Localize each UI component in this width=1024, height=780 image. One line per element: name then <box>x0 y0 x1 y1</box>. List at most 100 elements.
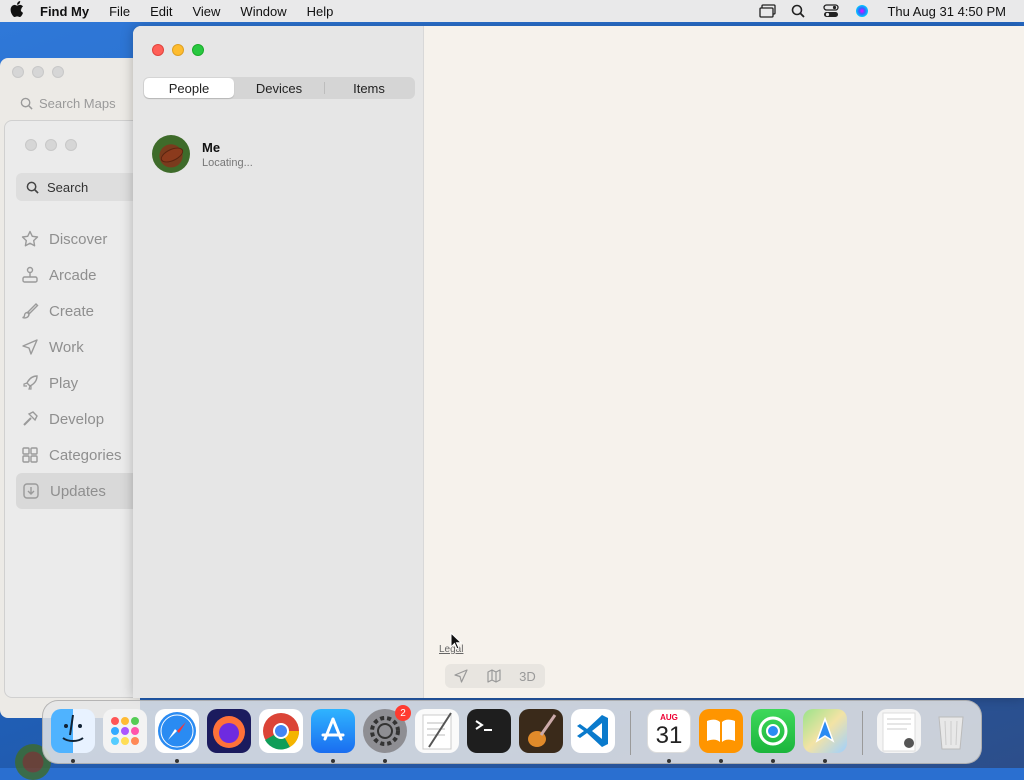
hammer-icon <box>23 411 38 426</box>
brush-icon <box>22 303 39 319</box>
app-store-window: Search Discover Arcade Create Work Play … <box>4 120 146 698</box>
sidebar-item-label: Play <box>49 374 79 392</box>
menu-edit[interactable]: Edit <box>140 4 182 19</box>
map-view[interactable]: Legal 3D <box>424 26 1024 698</box>
app-store-running-indicator <box>331 759 335 763</box>
search-icon <box>26 181 39 194</box>
sidebar-item-develop[interactable]: Develop <box>5 401 145 437</box>
download-icon <box>23 483 39 499</box>
rocket-icon <box>23 375 38 390</box>
vscode-icon[interactable] <box>571 709 615 753</box>
maps-search-field[interactable]: Search Maps <box>20 96 116 111</box>
find-my-window: People Devices Items Me Locating... Lega… <box>133 26 1024 698</box>
star-icon <box>21 230 39 247</box>
joystick-icon <box>22 266 38 283</box>
sidebar-item-label: Discover <box>49 230 108 248</box>
app-store-icon[interactable] <box>311 709 355 753</box>
store-close-button[interactable] <box>25 139 37 151</box>
menu-app-name[interactable]: Find My <box>34 4 99 19</box>
sidebar-item-discover[interactable]: Discover <box>5 221 145 257</box>
grid-icon <box>22 447 38 463</box>
textedit-icon[interactable] <box>415 709 459 753</box>
finder-running-indicator <box>71 759 75 763</box>
find-my-running-indicator <box>771 759 775 763</box>
tab-items[interactable]: Items <box>324 78 414 98</box>
maps-icon[interactable] <box>803 709 847 753</box>
paper-plane-icon <box>22 339 38 355</box>
tab-people[interactable]: People <box>144 78 234 98</box>
settings-running-indicator <box>383 759 387 763</box>
maps-running-indicator <box>823 759 827 763</box>
dock: 2 AUG 31 <box>42 700 982 764</box>
3d-button[interactable]: 3D <box>519 669 536 684</box>
sidebar-item-updates[interactable]: Updates <box>16 473 145 509</box>
calendar-running-indicator <box>667 759 671 763</box>
find-my-icon[interactable] <box>751 709 795 753</box>
dock-separator <box>630 711 631 755</box>
system-settings-icon[interactable]: 2 <box>363 705 411 753</box>
find-my-sidebar: People Devices Items Me Locating... <box>133 26 424 698</box>
maps-window-controls <box>12 66 64 78</box>
mouse-cursor-icon <box>450 632 462 650</box>
map-icon[interactable] <box>487 669 501 683</box>
store-search-field[interactable]: Search <box>16 173 146 201</box>
dock-separator <box>862 711 863 755</box>
sidebar-item-work[interactable]: Work <box>5 329 145 365</box>
menu-file[interactable]: File <box>99 4 140 19</box>
close-button[interactable] <box>152 44 164 56</box>
apple-menu-icon[interactable] <box>0 1 34 21</box>
find-my-window-controls <box>152 44 204 56</box>
map-controls: 3D <box>445 664 545 688</box>
firefox-icon[interactable] <box>207 709 251 753</box>
sidebar-item-create[interactable]: Create <box>5 293 145 329</box>
search-icon <box>20 97 33 110</box>
menu-bar: Find My File Edit View Window Help Thu A… <box>0 0 1024 22</box>
calendar-month: AUG <box>660 713 678 722</box>
spotlight-search-icon[interactable] <box>791 4 807 18</box>
sidebar-item-label: Arcade <box>49 266 97 284</box>
minimize-button[interactable] <box>172 44 184 56</box>
maps-search-placeholder: Search Maps <box>39 96 116 111</box>
menu-window[interactable]: Window <box>230 4 296 19</box>
sidebar-item-label: Updates <box>50 482 106 500</box>
menu-view[interactable]: View <box>182 4 230 19</box>
screen-mirroring-icon[interactable] <box>759 4 777 18</box>
store-search-label: Search <box>47 179 89 195</box>
maps-minimize-button[interactable] <box>32 66 44 78</box>
calendar-icon[interactable]: AUG 31 <box>647 709 691 753</box>
downloads-stack-icon[interactable] <box>877 709 921 753</box>
siri-icon[interactable] <box>855 4 871 18</box>
chrome-icon[interactable] <box>259 709 303 753</box>
tab-devices[interactable]: Devices <box>234 78 324 98</box>
avatar <box>152 135 190 173</box>
store-zoom-button[interactable] <box>65 139 77 151</box>
trash-icon[interactable] <box>929 709 973 753</box>
zoom-button[interactable] <box>192 44 204 56</box>
terminal-icon[interactable] <box>467 709 511 753</box>
finder-icon[interactable] <box>51 709 95 753</box>
garageband-icon[interactable] <box>519 709 563 753</box>
sidebar-item-categories[interactable]: Categories <box>5 437 145 473</box>
menu-help[interactable]: Help <box>297 4 344 19</box>
people-list-item-me[interactable]: Me Locating... <box>152 135 253 173</box>
settings-badge: 2 <box>395 705 411 721</box>
books-running-indicator <box>719 759 723 763</box>
store-window-controls <box>25 139 77 151</box>
find-my-tabs: People Devices Items <box>143 77 415 99</box>
store-minimize-button[interactable] <box>45 139 57 151</box>
store-sidebar-nav: Discover Arcade Create Work Play Develop… <box>5 221 145 509</box>
books-icon[interactable] <box>699 709 743 753</box>
launchpad-icon[interactable] <box>103 709 147 753</box>
safari-icon[interactable] <box>155 709 199 753</box>
sidebar-item-arcade[interactable]: Arcade <box>5 257 145 293</box>
safari-running-indicator <box>175 759 179 763</box>
sidebar-item-play[interactable]: Play <box>5 365 145 401</box>
maps-zoom-button[interactable] <box>52 66 64 78</box>
calendar-day: 31 <box>655 722 683 749</box>
sidebar-item-label: Categories <box>49 446 122 464</box>
menu-clock[interactable]: Thu Aug 31 4:50 PM <box>887 4 1006 19</box>
location-arrow-icon[interactable] <box>454 669 468 683</box>
control-center-icon[interactable] <box>823 4 840 18</box>
maps-close-button[interactable] <box>12 66 24 78</box>
sidebar-item-label: Create <box>49 302 95 320</box>
